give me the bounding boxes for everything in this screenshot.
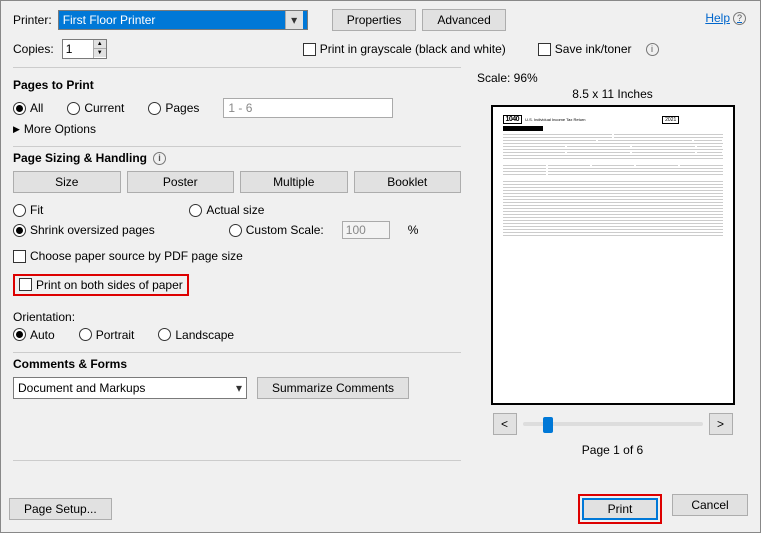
info-icon: i [153, 152, 166, 165]
duplex-checkbox[interactable]: Print on both sides of paper [19, 278, 183, 292]
custom-scale-radio[interactable]: Custom Scale: [229, 223, 324, 237]
preview-next-button[interactable]: > [709, 413, 733, 435]
chevron-down-icon: ▾ [285, 11, 303, 29]
properties-button[interactable]: Properties [332, 9, 417, 31]
preview-prev-button[interactable]: < [493, 413, 517, 435]
cancel-button[interactable]: Cancel [672, 494, 748, 516]
print-button[interactable]: Print [582, 498, 658, 520]
save-ink-checkbox[interactable]: Save ink/toner [538, 42, 632, 56]
printer-select[interactable]: First Floor Printer ▾ [58, 10, 308, 30]
shrink-radio[interactable]: Shrink oversized pages [13, 223, 155, 237]
sizing-header: Page Sizing & Handling [13, 151, 147, 165]
print-highlight: Print [578, 494, 662, 524]
actual-size-radio[interactable]: Actual size [189, 203, 264, 217]
duplex-highlight: Print on both sides of paper [13, 274, 189, 296]
pages-range-input[interactable]: 1 - 6 [223, 98, 393, 118]
page-setup-button[interactable]: Page Setup... [9, 498, 112, 520]
more-options-toggle[interactable]: ▶ More Options [13, 122, 461, 136]
help-link[interactable]: Help ? [705, 11, 746, 25]
paper-size-label: 8.5 x 11 Inches [477, 87, 748, 101]
preview-slider[interactable] [523, 422, 703, 426]
pages-range-radio[interactable]: Pages [148, 101, 199, 115]
percent-label: % [408, 223, 419, 237]
summarize-comments-button[interactable]: Summarize Comments [257, 377, 409, 399]
printer-value: First Floor Printer [63, 13, 156, 27]
orientation-landscape-radio[interactable]: Landscape [158, 328, 234, 342]
copies-spinner[interactable]: ▲▼ [62, 39, 107, 59]
advanced-button[interactable]: Advanced [422, 9, 505, 31]
comments-header: Comments & Forms [13, 357, 461, 371]
print-preview: 1040 U.S. Individual Income Tax Return 2… [491, 105, 735, 405]
info-icon: i [646, 43, 659, 56]
copies-input[interactable] [63, 40, 93, 58]
form-number: 1040 [503, 115, 523, 124]
slider-thumb[interactable] [543, 417, 553, 433]
choose-paper-checkbox[interactable]: Choose paper source by PDF page size [13, 249, 243, 263]
spinner-down-icon[interactable]: ▼ [94, 49, 106, 57]
pages-current-radio[interactable]: Current [67, 101, 124, 115]
custom-scale-input[interactable]: 100 [342, 221, 390, 239]
fit-radio[interactable]: Fit [13, 203, 43, 217]
copies-label: Copies: [13, 42, 54, 56]
scale-label: Scale: 96% [477, 71, 748, 85]
orientation-portrait-radio[interactable]: Portrait [79, 328, 135, 342]
orientation-label: Orientation: [13, 310, 461, 324]
triangle-right-icon: ▶ [13, 124, 20, 135]
pages-all-radio[interactable]: All [13, 101, 43, 115]
page-indicator: Page 1 of 6 [477, 443, 748, 457]
form-year: 2021 [662, 116, 679, 124]
printer-label: Printer: [13, 13, 52, 27]
chevron-down-icon: ▾ [236, 381, 242, 395]
help-icon: ? [733, 12, 746, 25]
multiple-button[interactable]: Multiple [240, 171, 348, 193]
poster-button[interactable]: Poster [127, 171, 235, 193]
orientation-auto-radio[interactable]: Auto [13, 328, 55, 342]
booklet-button[interactable]: Booklet [354, 171, 462, 193]
size-button[interactable]: Size [13, 171, 121, 193]
grayscale-checkbox[interactable]: Print in grayscale (black and white) [303, 42, 506, 56]
comments-select[interactable]: Document and Markups ▾ [13, 377, 247, 399]
pages-to-print-header: Pages to Print [13, 78, 461, 92]
spinner-up-icon[interactable]: ▲ [94, 40, 106, 49]
